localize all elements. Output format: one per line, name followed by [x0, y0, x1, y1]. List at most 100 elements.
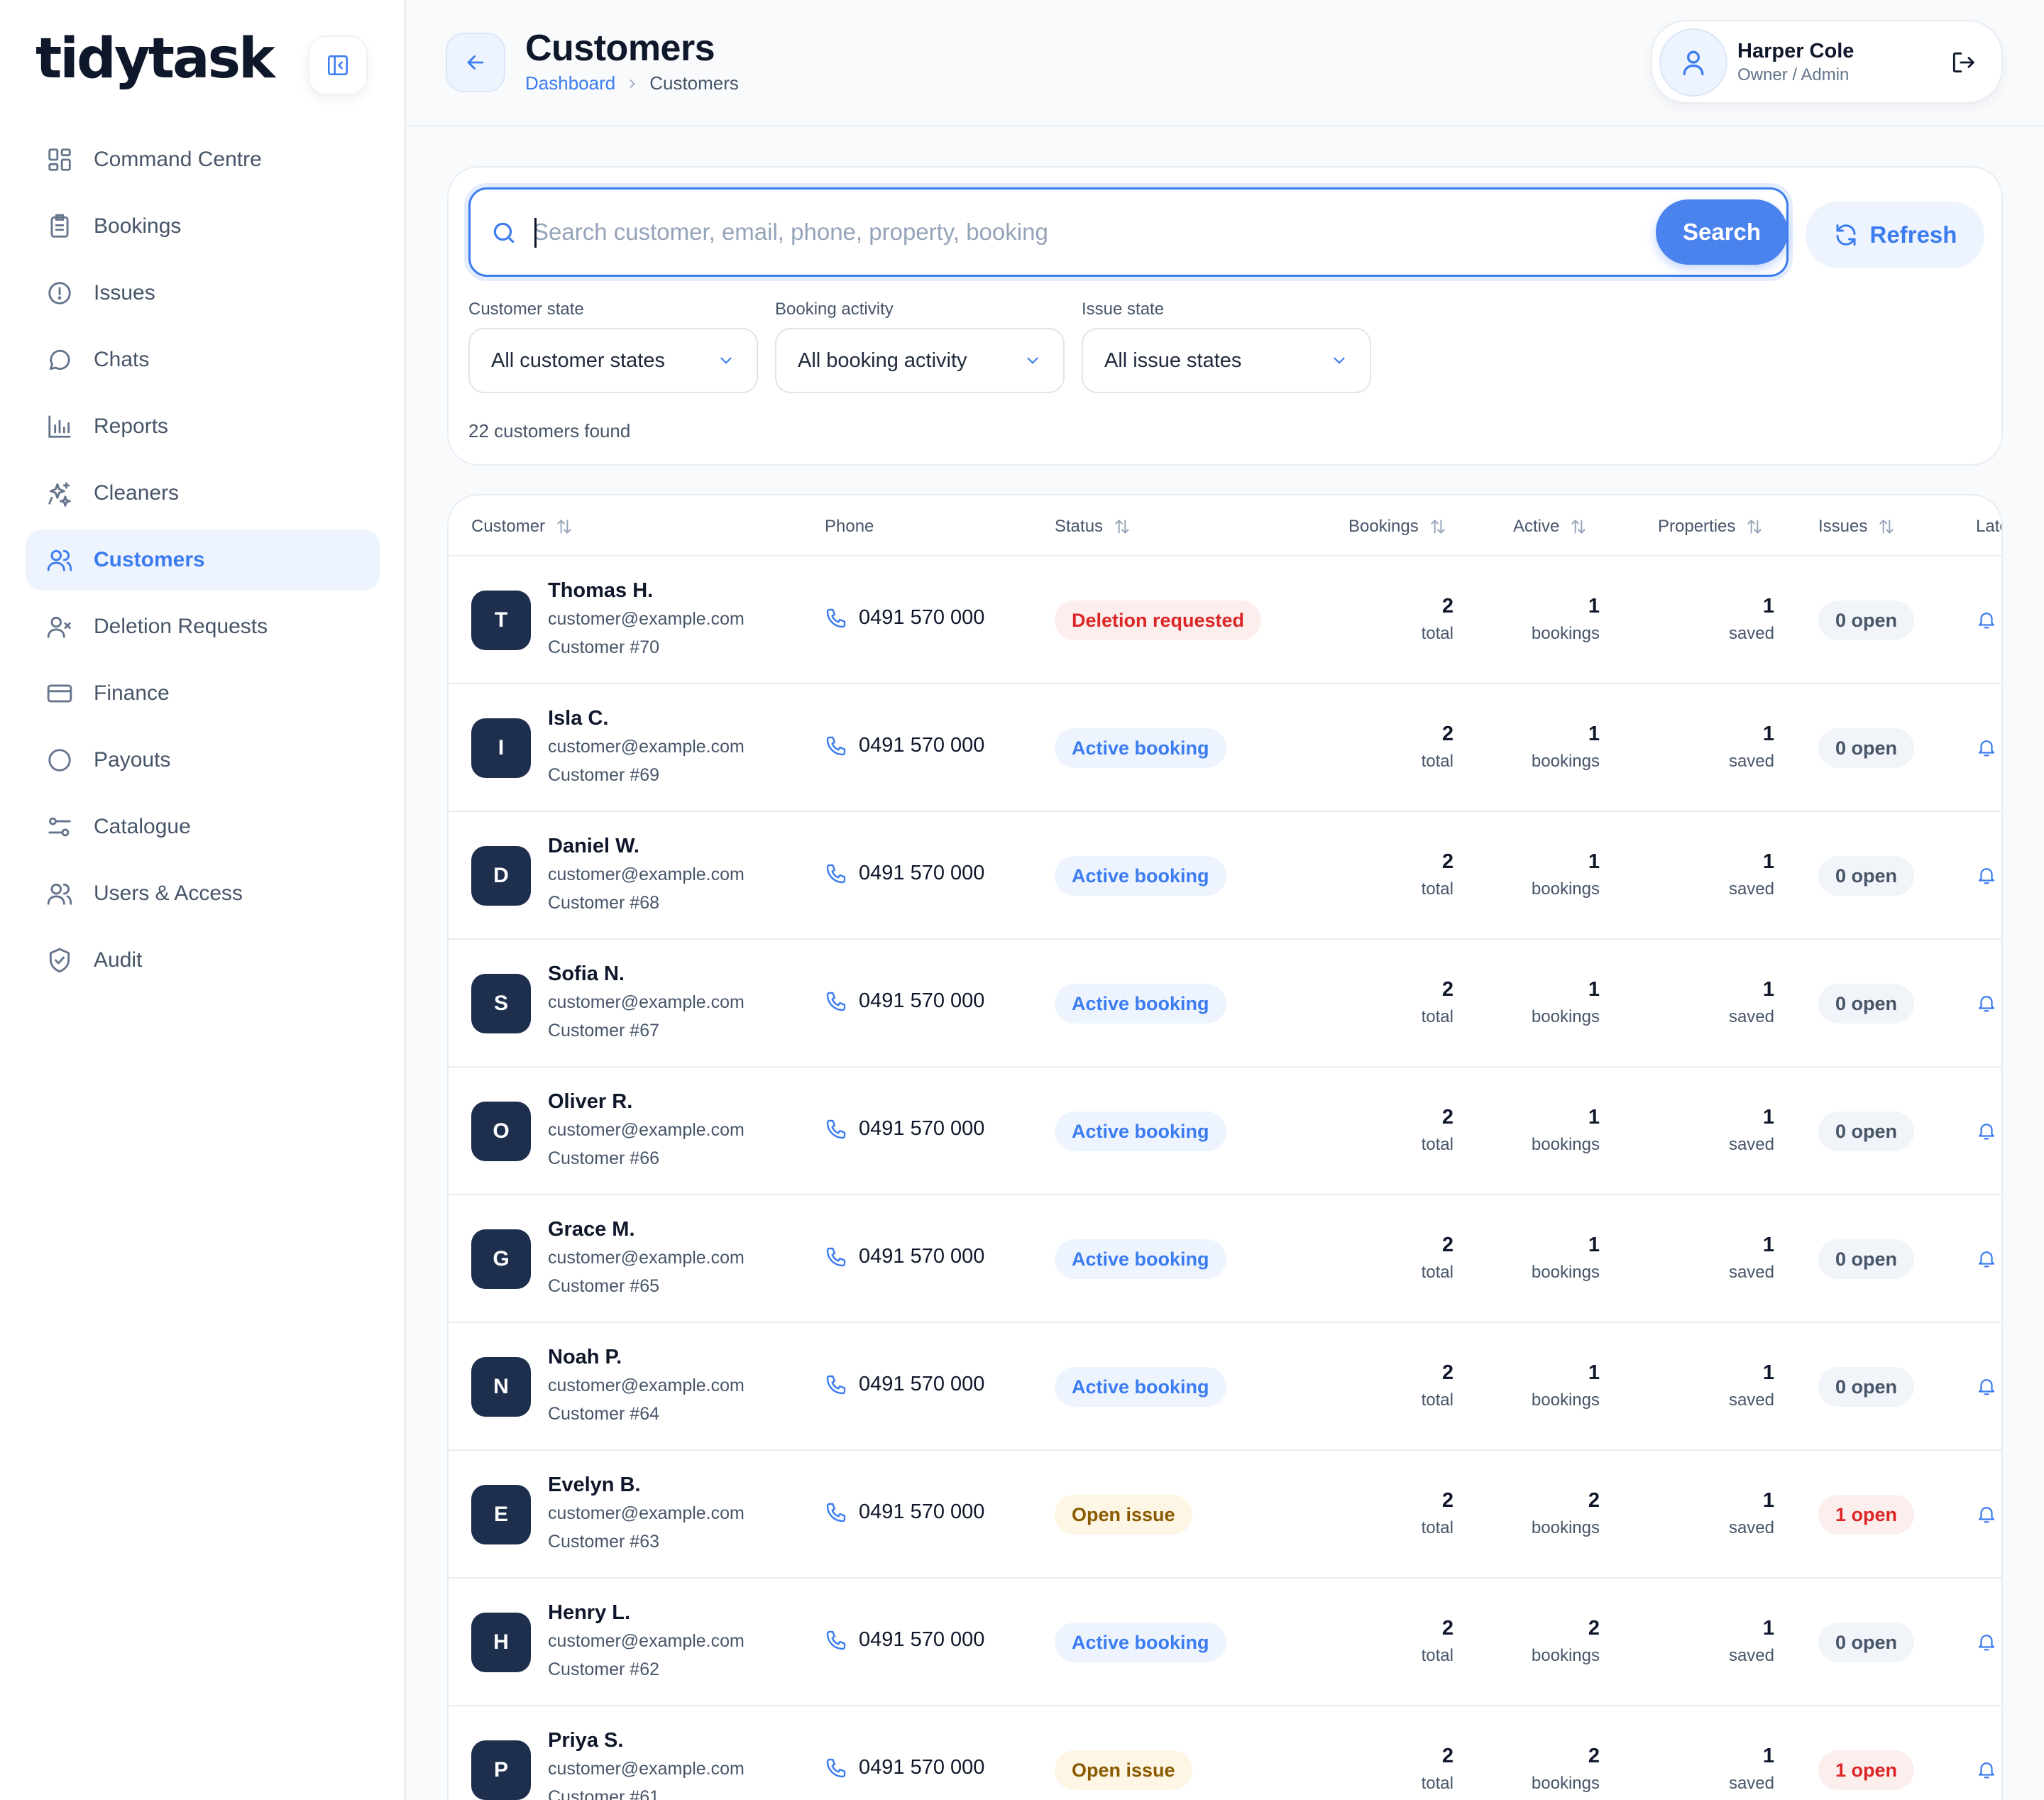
search-button[interactable]: Search	[1656, 199, 1788, 265]
column-header-properties[interactable]: Properties	[1658, 517, 1764, 537]
customers-table: Customer Phone Status Bookings Active Pr…	[447, 494, 2003, 1800]
sidebar-item-bookings[interactable]: Bookings	[26, 196, 380, 257]
notify-button[interactable]	[1976, 1631, 1997, 1652]
customer-phone[interactable]: 0491 570 000	[825, 989, 984, 1013]
app-logo[interactable]: tidytask	[35, 27, 275, 91]
column-header-customer[interactable]: Customer	[471, 517, 573, 537]
column-header-active[interactable]: Active	[1513, 517, 1588, 537]
table-row[interactable]: I Isla C. customer@example.com Customer …	[449, 684, 2001, 812]
sidebar-item-command-centre[interactable]: Command Centre	[26, 129, 380, 190]
table-row[interactable]: S Sofia N. customer@example.com Customer…	[449, 940, 2001, 1068]
customer-name[interactable]: Noah P.	[548, 1346, 622, 1369]
sidebar-item-label: Customers	[94, 548, 205, 571]
sidebar-item-label: Audit	[94, 948, 143, 972]
user-menu[interactable]: Harper Cole Owner / Admin	[1651, 20, 2003, 104]
customer-name[interactable]: Daniel W.	[548, 835, 639, 858]
back-button[interactable]	[446, 33, 505, 92]
table-row[interactable]: E Evelyn B. customer@example.com Custome…	[449, 1451, 2001, 1579]
sidebar-item-catalogue[interactable]: Catalogue	[26, 796, 380, 857]
properties-count: 1 saved	[1729, 723, 1774, 772]
notify-button[interactable]	[1976, 865, 1997, 886]
table-row[interactable]: N Noah P. customer@example.com Customer …	[449, 1323, 2001, 1451]
table-row[interactable]: G Grace M. customer@example.com Customer…	[449, 1195, 2001, 1323]
customer-phone[interactable]: 0491 570 000	[825, 1628, 984, 1652]
sidebar-item-reports[interactable]: Reports	[26, 396, 380, 457]
column-header-issues[interactable]: Issues	[1818, 517, 1896, 537]
issue-state-label: Issue state	[1082, 300, 1165, 319]
customer-name[interactable]: Priya S.	[548, 1729, 623, 1752]
column-header-latest[interactable]: Late	[1976, 517, 2001, 537]
breadcrumb-dashboard-link[interactable]: Dashboard	[525, 72, 615, 94]
customer-name[interactable]: Evelyn B.	[548, 1474, 641, 1497]
users-icon	[44, 544, 75, 576]
customer-name[interactable]: Oliver R.	[548, 1090, 632, 1114]
chevron-right-icon	[625, 77, 639, 91]
notify-button[interactable]	[1976, 1503, 1997, 1525]
sort-icon	[557, 519, 571, 534]
bookings-value: 2	[1441, 1361, 1454, 1384]
customer-email: customer@example.com	[548, 1248, 744, 1268]
notify-button[interactable]	[1976, 737, 1997, 758]
notify-button[interactable]	[1976, 609, 1997, 630]
sidebar-item-cleaners[interactable]: Cleaners	[26, 463, 380, 524]
bookings-count: 2 total	[1422, 595, 1454, 644]
issues-badge: 0 open	[1818, 728, 1915, 768]
notify-button[interactable]	[1976, 992, 1997, 1014]
booking-activity-select[interactable]: All booking activity	[775, 328, 1065, 393]
active-value: 1	[1588, 1361, 1600, 1384]
notify-button[interactable]	[1976, 1120, 1997, 1141]
sidebar-item-issues[interactable]: Issues	[26, 263, 380, 324]
customer-phone[interactable]: 0491 570 000	[825, 862, 984, 885]
customer-phone[interactable]: 0491 570 000	[825, 734, 984, 757]
customer-name[interactable]: Sofia N.	[548, 962, 625, 986]
table-row[interactable]: H Henry L. customer@example.com Customer…	[449, 1579, 2001, 1706]
notify-button[interactable]	[1976, 1248, 1997, 1269]
customer-name[interactable]: Grace M.	[548, 1218, 635, 1241]
active-value: 1	[1588, 978, 1600, 1001]
sidebar-item-label: Deletion Requests	[94, 615, 268, 638]
table-row[interactable]: P Priya S. customer@example.com Customer…	[449, 1706, 2001, 1800]
column-header-phone: Phone	[825, 517, 874, 537]
customer-phone[interactable]: 0491 570 000	[825, 1500, 984, 1524]
customer-state-select[interactable]: All customer states	[468, 328, 758, 393]
customer-phone[interactable]: 0491 570 000	[825, 1756, 984, 1779]
notify-button[interactable]	[1976, 1376, 1997, 1397]
column-header-status[interactable]: Status	[1055, 517, 1131, 537]
refresh-label: Refresh	[1869, 221, 1957, 248]
customer-name[interactable]: Thomas H.	[548, 579, 653, 603]
sidebar-item-audit[interactable]: Audit	[26, 930, 380, 991]
phone-icon	[826, 1247, 846, 1266]
issue-state-select[interactable]: All issue states	[1082, 328, 1371, 393]
search-icon	[493, 222, 515, 243]
booking-activity-label: Booking activity	[775, 300, 894, 319]
properties-sublabel: saved	[1728, 1646, 1774, 1665]
table-row[interactable]: T Thomas H. customer@example.com Custome…	[449, 556, 2001, 684]
logout-button[interactable]	[1943, 43, 1983, 82]
customer-name[interactable]: Isla C.	[548, 707, 608, 730]
refresh-icon	[1836, 224, 1856, 246]
customer-id: Customer #65	[548, 1276, 660, 1296]
table-row[interactable]: D Daniel W. customer@example.com Custome…	[449, 812, 2001, 940]
customer-phone[interactable]: 0491 570 000	[825, 1117, 984, 1141]
customer-phone[interactable]: 0491 570 000	[825, 1245, 984, 1268]
refresh-button[interactable]: Refresh	[1806, 202, 1984, 268]
booking-activity-filter: Booking activity All booking activity	[775, 300, 1065, 393]
properties-sublabel: saved	[1728, 1774, 1774, 1793]
table-row[interactable]: O Oliver R. customer@example.com Custome…	[449, 1068, 2001, 1195]
customer-phone[interactable]: 0491 570 000	[825, 1373, 984, 1396]
collapse-sidebar-button[interactable]	[308, 35, 368, 95]
customer-name[interactable]: Henry L.	[548, 1601, 630, 1625]
sidebar-item-deletion-requests[interactable]: Deletion Requests	[26, 596, 380, 657]
phone-number: 0491 570 000	[859, 862, 985, 884]
search-box[interactable]: Search	[468, 187, 1788, 277]
sidebar-item-payouts[interactable]: Payouts	[26, 730, 380, 791]
customer-phone[interactable]: 0491 570 000	[825, 606, 984, 630]
column-header-bookings[interactable]: Bookings	[1348, 517, 1447, 537]
notify-button[interactable]	[1976, 1759, 1997, 1780]
sort-icon	[1115, 519, 1129, 534]
search-input[interactable]	[533, 209, 1598, 255]
sidebar-item-customers[interactable]: Customers	[26, 529, 380, 591]
sidebar-item-chats[interactable]: Chats	[26, 329, 380, 390]
sidebar-item-finance[interactable]: Finance	[26, 663, 380, 724]
sidebar-item-users-access[interactable]: Users & Access	[26, 863, 380, 924]
